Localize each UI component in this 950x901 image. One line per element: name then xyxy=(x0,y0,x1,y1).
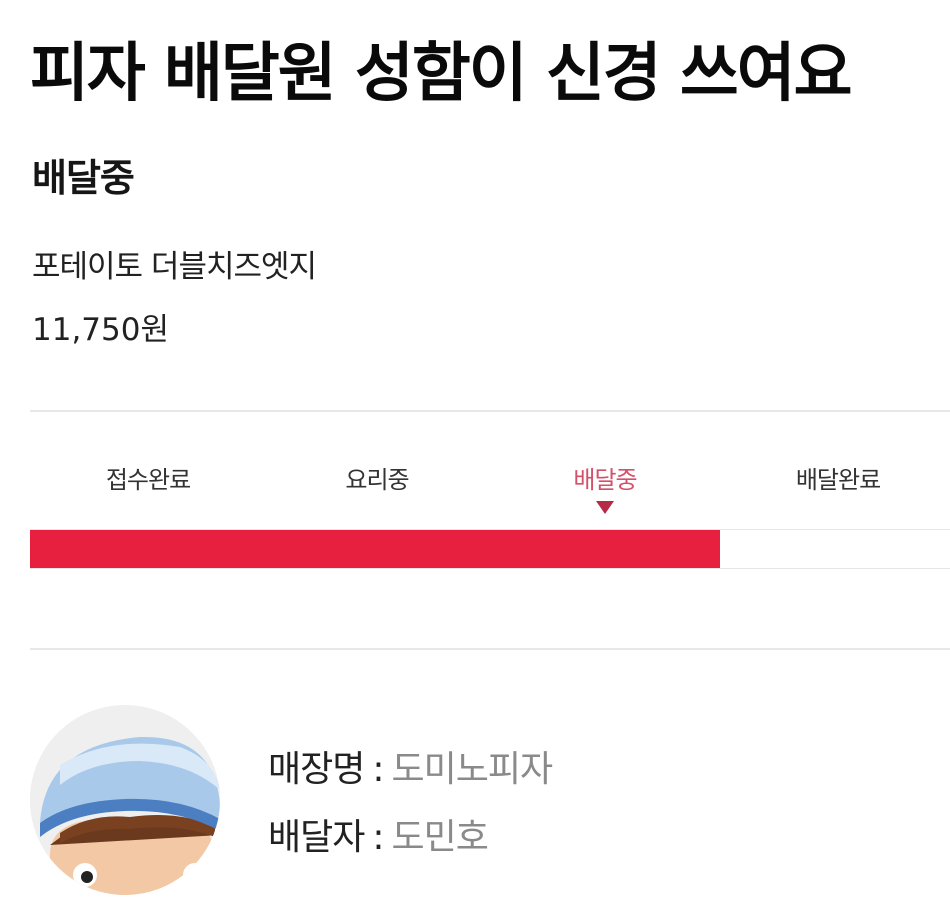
order-price: 11,750원 xyxy=(32,312,169,348)
store-name-value: 도미노피자 xyxy=(391,749,554,790)
delivery-progress-bar xyxy=(30,529,950,569)
progress-step-delivering: 배달중 xyxy=(573,466,637,494)
order-status-title: 배달중 xyxy=(32,156,135,200)
driver-name-value: 도민호 xyxy=(391,817,489,858)
store-name-separator: : xyxy=(372,749,384,790)
rider-helmet-icon xyxy=(30,705,220,895)
delivery-progress-fill xyxy=(30,530,720,568)
progress-step-cooking: 요리중 xyxy=(345,466,409,494)
progress-step-received: 접수완료 xyxy=(105,466,191,494)
store-name-row: 매장명: 도미노피자 xyxy=(268,740,554,792)
headline: 피자 배달원 성함이 신경 쓰여요 xyxy=(30,37,853,111)
store-name-label: 매장명 xyxy=(268,749,365,790)
order-item-name: 포테이토 더블치즈엣지 xyxy=(32,249,317,285)
driver-name-row: 배달자: 도민호 xyxy=(268,808,489,860)
current-step-marker-icon xyxy=(596,501,614,514)
driver-name-label: 배달자 xyxy=(268,817,365,858)
divider xyxy=(30,648,950,650)
progress-step-delivered: 배달완료 xyxy=(795,466,881,494)
divider xyxy=(30,410,950,412)
driver-name-separator: : xyxy=(372,817,384,858)
delivery-rider-avatar xyxy=(30,705,220,895)
